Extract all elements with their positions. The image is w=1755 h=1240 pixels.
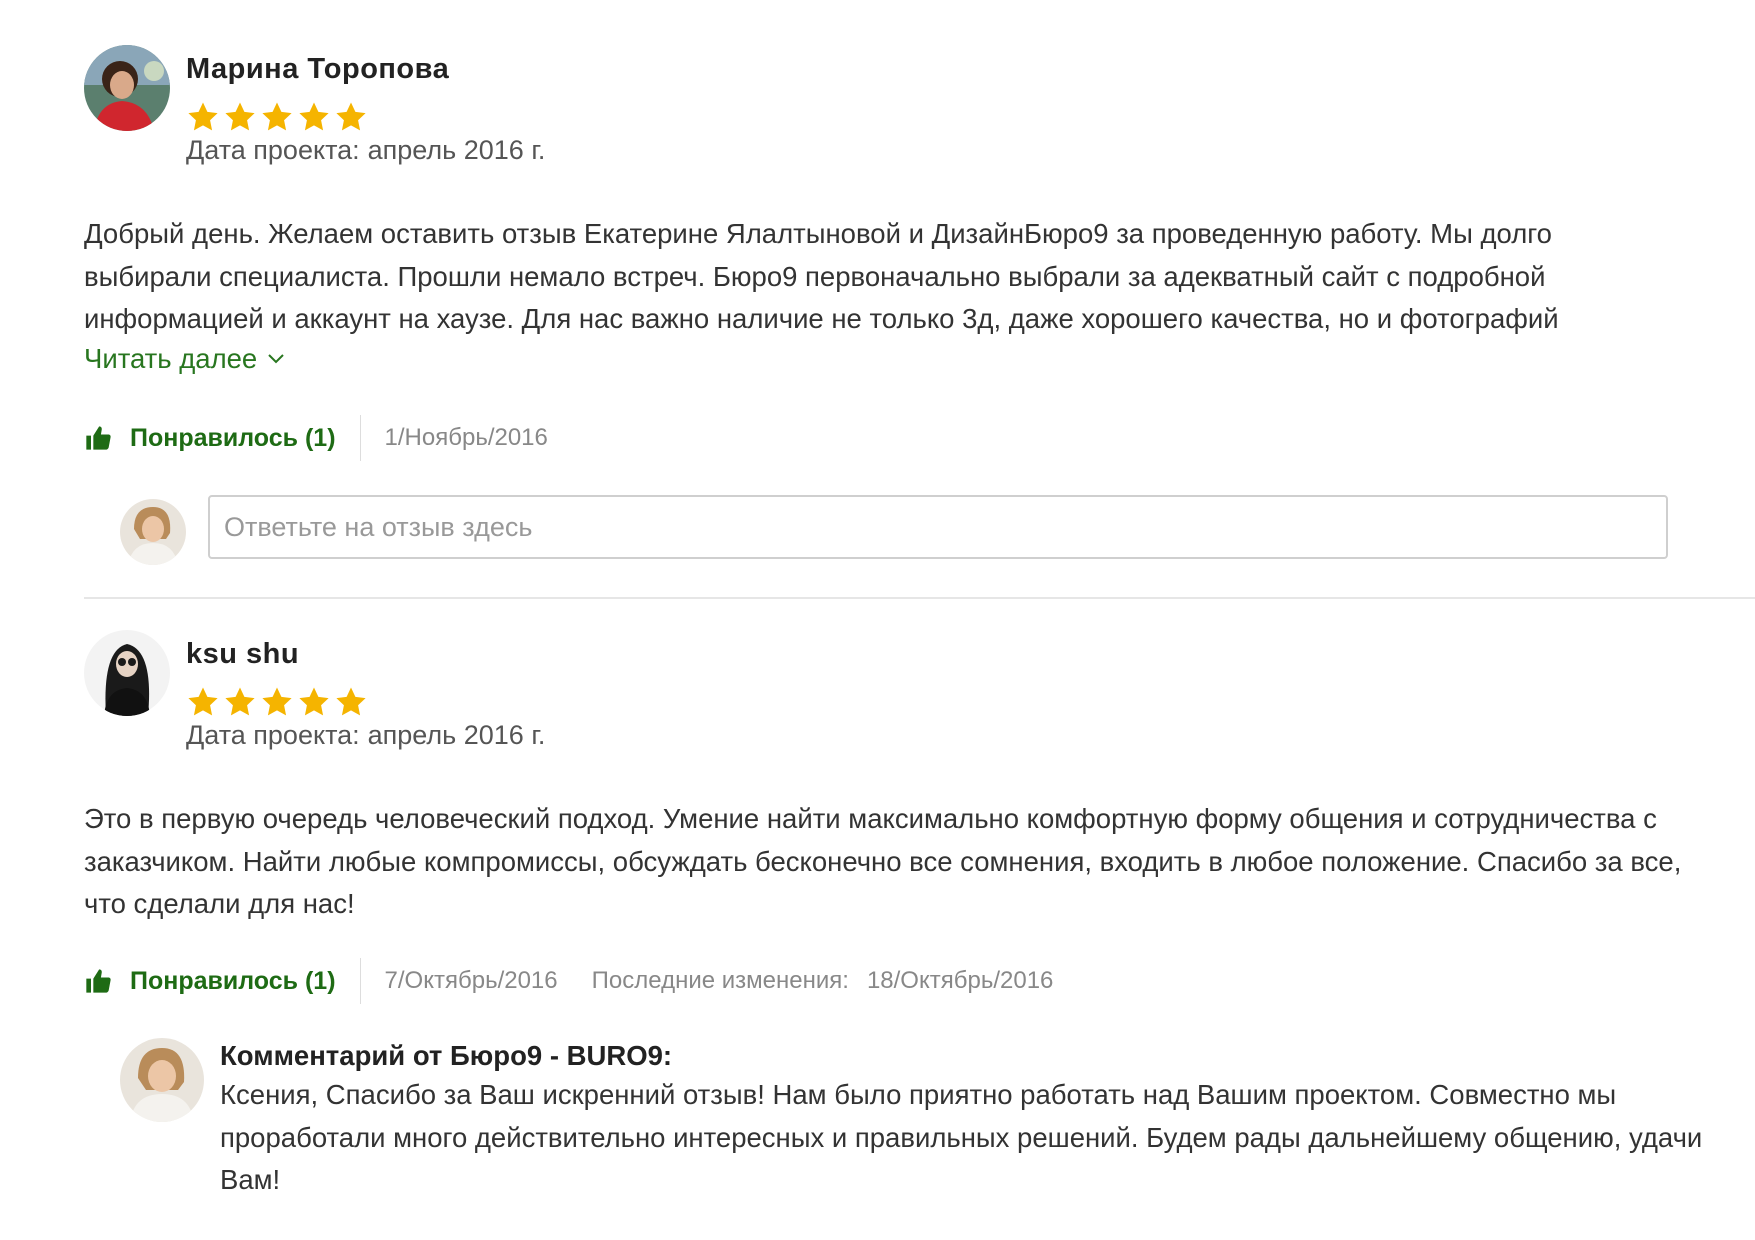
project-date: Дата проекта: апрель 2016 г. [186, 720, 545, 751]
review-text: Это в первую очередь человеческий подход… [84, 803, 1682, 919]
star-icon [336, 102, 366, 131]
star-icon [225, 102, 255, 131]
read-more-link[interactable]: Читать далее [84, 343, 285, 375]
project-date-value: апрель 2016 г. [367, 135, 546, 165]
current-user-avatar [120, 499, 186, 565]
reviewer-avatar[interactable] [84, 630, 170, 716]
star-icon [225, 687, 255, 716]
reply-row [120, 495, 1755, 565]
comment-author: Комментарий от Бюро9 - BURO9: [220, 1040, 673, 1071]
like-count-label: Понравилось (1) [130, 966, 336, 995]
rating-stars [186, 100, 368, 136]
review-separator [84, 597, 1755, 599]
last-edited-info: Последние изменения: 18/Октябрь/2016 [592, 967, 1054, 995]
review-actions: Понравилось (1) 7/Октябрь/2016 Последние… [84, 958, 1053, 1004]
thumbs-up-icon [84, 424, 112, 452]
project-date-label: Дата проекта: [186, 135, 360, 165]
like-button[interactable]: Понравилось (1) [84, 967, 360, 996]
owner-avatar [120, 1038, 204, 1122]
project-date-value: апрель 2016 г. [367, 720, 546, 750]
chevron-down-icon [268, 354, 284, 364]
last-edited-label: Последние изменения: [591, 967, 849, 994]
last-edited-date: 18/Октябрь/2016 [866, 967, 1054, 994]
review-actions: Понравилось (1) 1/Ноябрь/2016 [84, 415, 548, 461]
star-icon [336, 687, 366, 716]
reviewer-avatar[interactable] [84, 45, 170, 131]
review-text: Добрый день. Желаем оставить отзыв Екате… [84, 218, 1559, 334]
reviewer-name[interactable]: Марина Торопова [186, 53, 449, 86]
read-more-label: Читать далее [84, 343, 258, 374]
review-date: 7/Октябрь/2016 [384, 967, 558, 994]
star-icon [262, 102, 292, 131]
star-icon [262, 687, 292, 716]
thumbs-up-icon [84, 967, 112, 995]
divider [359, 958, 361, 1004]
like-count-label: Понравилось (1) [130, 423, 336, 452]
divider [359, 415, 361, 461]
star-icon [188, 687, 218, 716]
project-date-label: Дата проекта: [186, 720, 360, 750]
star-icon [299, 687, 329, 716]
star-icon [299, 102, 329, 131]
review-date: 1/Ноябрь/2016 [384, 424, 548, 451]
reply-input[interactable] [208, 495, 1668, 559]
comment-text: Ксения, Спасибо за Ваш искренний отзыв! … [220, 1079, 1703, 1195]
project-date: Дата проекта: апрель 2016 г. [186, 135, 545, 166]
reviewer-name[interactable]: ksu shu [186, 638, 299, 671]
like-button[interactable]: Понравилось (1) [84, 424, 360, 453]
rating-stars [186, 685, 368, 721]
star-icon [188, 102, 218, 131]
